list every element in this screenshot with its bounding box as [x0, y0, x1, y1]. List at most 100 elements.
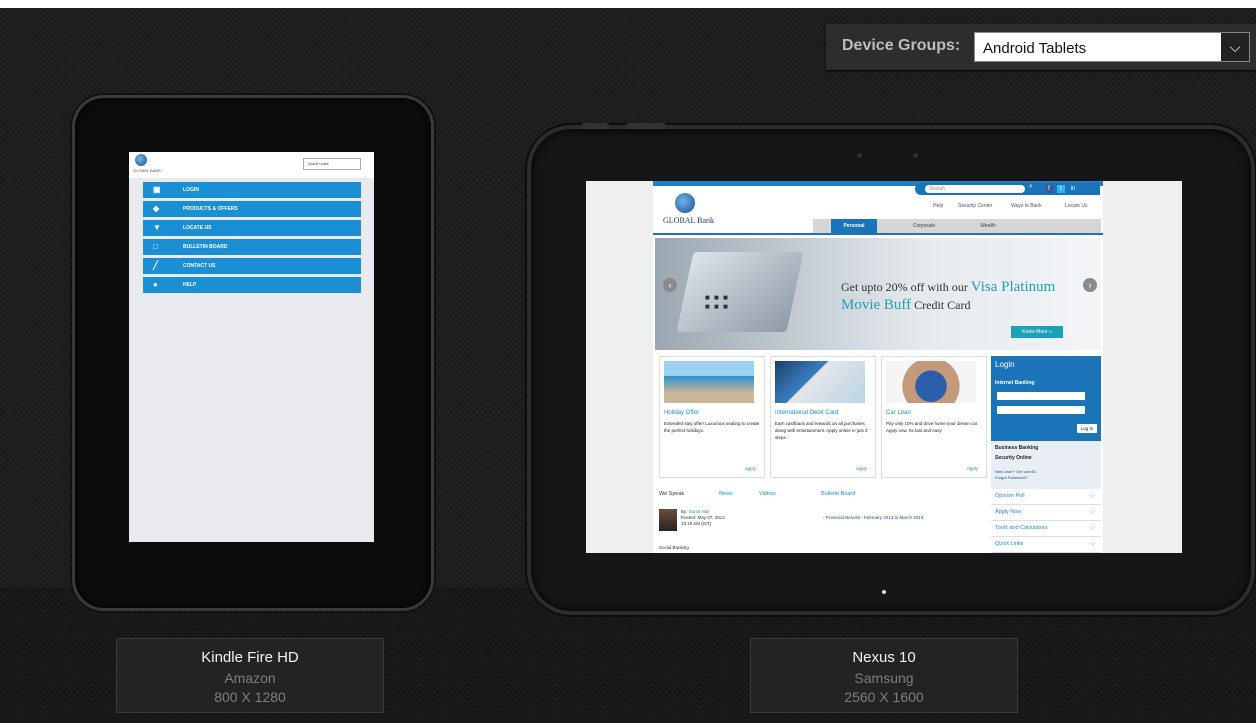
login-links: Business Banking Security Online New Use… — [991, 441, 1101, 489]
power-button — [581, 123, 609, 129]
card-title[interactable]: Holiday Offer — [664, 410, 699, 416]
tab-bulletin-board[interactable]: Bulletin Board — [821, 491, 855, 497]
user-id-input[interactable] — [997, 392, 1085, 400]
forgot-password-link[interactable]: Forgot Password? — [995, 475, 1027, 480]
caption-kindle[interactable]: Kindle Fire HD Amazon 800 X 1280 — [116, 638, 384, 713]
camera-icon — [913, 153, 918, 158]
search-bar: Search ⌕ f t in — [915, 183, 1100, 195]
device-groups-panel: Device Groups: Android Tablets ⌵ — [826, 24, 1256, 70]
offer-card: International Debit Card Earn cashback a… — [770, 356, 876, 478]
board-icon: □ — [153, 242, 158, 251]
help-icon: ● — [153, 280, 158, 289]
volume-button — [626, 123, 666, 129]
device-resolution: 2560 X 1600 — [844, 689, 924, 705]
tab-corporate[interactable]: Corporate — [899, 219, 949, 233]
kindle-quick-links-select[interactable]: Quick Links — [303, 158, 361, 170]
banner-text: Get upto 20% off with our Visa Platinum … — [841, 279, 1056, 313]
tab-news[interactable]: News — [719, 491, 733, 497]
nexus-device[interactable]: Search ⌕ f t in GLOBAL Bank Help Securit… — [527, 123, 1255, 615]
login-section: Internet Banking — [995, 380, 1035, 386]
apply-link[interactable]: Apply — [967, 466, 978, 471]
device-groups-label: Device Groups: — [842, 37, 961, 54]
tab-videos[interactable]: Videos — [759, 491, 776, 497]
post-footer: Social Banking — [659, 545, 689, 550]
bank-name: GLOBAL Bank — [663, 216, 715, 225]
side-accordion: Opinion Poll ⌵ Apply Now ⌵ Tools and Calcu… — [991, 489, 1101, 553]
sensor-icon — [857, 153, 862, 158]
device-groups-select[interactable]: Android Tablets ⌵ — [974, 32, 1250, 62]
caption-nexus[interactable]: Nexus 10 Samsung 2560 X 1600 — [750, 638, 1018, 713]
device-groups-value: Android Tablets — [983, 40, 1087, 57]
chevron-left-icon[interactable]: ‹ — [663, 278, 677, 292]
search-icon[interactable]: ⌕ — [1029, 183, 1033, 191]
map-pin-icon: ▼ — [153, 223, 161, 232]
post-meta: By: Sumit Nair Posted: May 07, 2013 10:1… — [681, 509, 725, 526]
chevron-down-icon[interactable]: ⌵ — [1221, 33, 1249, 61]
card-title[interactable]: International Debit Card — [775, 410, 838, 416]
util-link-security[interactable]: Security Center — [958, 203, 992, 209]
side-item-opinion-poll[interactable]: Opinion Poll ⌵ — [991, 489, 1101, 505]
tab-personal[interactable]: Personal — [831, 219, 877, 233]
kindle-menu-locate[interactable]: ▼ LOCATE US — [143, 220, 361, 236]
offer-card: Holiday Offer Extended stay offer! Luxur… — [659, 356, 765, 478]
side-item-apply-now[interactable]: Apply Now ⌵ — [991, 505, 1101, 521]
linkedin-icon[interactable]: in — [1069, 185, 1077, 193]
util-link-locate[interactable]: Locate Us — [1065, 203, 1088, 209]
tag-icon: ◆ — [153, 204, 160, 213]
lock-icon: ▣ — [153, 185, 161, 194]
tablet-image — [676, 252, 804, 332]
card-title[interactable]: Car Loan — [886, 410, 911, 416]
bank-webpage: Search ⌕ f t in GLOBAL Bank Help Securit… — [653, 181, 1103, 553]
card-text: Extended stay offer! Luxurious seating t… — [664, 421, 760, 433]
chevron-down-icon: ⌵ — [1090, 493, 1095, 499]
device-resolution: 800 X 1280 — [214, 689, 286, 705]
kindle-menu-products[interactable]: ◆ PRODUCTS & OFFERS — [143, 201, 361, 217]
chevron-down-icon: ⌵ — [1090, 509, 1095, 515]
card-text: Pay only 10% and drive home your dream c… — [886, 421, 979, 433]
kindle-menu-help[interactable]: ● HELP — [143, 277, 361, 293]
device-name: Kindle Fire HD — [201, 649, 299, 666]
apply-link[interactable]: Apply — [856, 466, 867, 471]
search-input[interactable]: Search — [925, 185, 1025, 193]
twitter-icon[interactable]: t — [1057, 185, 1065, 193]
kindle-device[interactable]: GLOBAL BANK Quick Links ▣ LOGIN ◆ PRODUCTS… — [72, 95, 434, 611]
author-link[interactable]: Sumit Nair — [689, 509, 710, 514]
tab-bar: Personal Corporate Wealth — [813, 219, 1101, 233]
globe-logo-icon — [675, 193, 695, 213]
business-banking-link[interactable]: Business Banking — [995, 445, 1038, 451]
bulletin-item[interactable]: › Financial Results - February 2013 to M… — [823, 515, 923, 520]
tablet-screen-image: ■ ■ ■ ■ ■ ■ — [705, 293, 729, 311]
facebook-icon[interactable]: f — [1045, 185, 1053, 193]
util-link-ways[interactable]: Ways to Bank — [1011, 203, 1042, 209]
kindle-menu-login[interactable]: ▣ LOGIN — [143, 182, 361, 198]
tab-wealth[interactable]: Wealth — [963, 219, 1013, 233]
kindle-menu-bulletin[interactable]: □ BULLETIN BOARD — [143, 239, 361, 255]
login-button[interactable]: Log In — [1077, 424, 1097, 433]
kindle-header: GLOBAL BANK Quick Links — [129, 152, 374, 178]
new-user-link[interactable]: New User? Get UserID — [995, 469, 1036, 474]
offer-card: Car Loan Pay only 10% and drive home you… — [881, 356, 987, 478]
side-item-quick-links[interactable]: Quick Links ⌵ — [991, 537, 1101, 553]
chevron-down-icon: ⌵ — [1090, 541, 1095, 547]
security-online-link[interactable]: Security Online — [995, 455, 1032, 461]
promo-banner: ■ ■ ■ ■ ■ ■ ‹ › Get upto 20% off with our… — [655, 238, 1101, 350]
tab-we-speak[interactable]: We Speak — [659, 491, 684, 497]
password-input[interactable] — [997, 406, 1085, 414]
know-more-button[interactable]: Know More » — [1011, 326, 1063, 338]
offer-cards: Holiday Offer Extended stay offer! Luxur… — [659, 356, 989, 478]
device-maker: Samsung — [854, 670, 914, 686]
util-link-help[interactable]: Help — [933, 203, 943, 209]
kindle-bank-name: GLOBAL BANK — [133, 168, 161, 173]
nexus-screen: Search ⌕ f t in GLOBAL Bank Help Securit… — [586, 181, 1182, 553]
chevron-down-icon: ⌵ — [1090, 525, 1095, 531]
side-item-tools[interactable]: Tools and Calculators ⌵ — [991, 521, 1101, 537]
divider — [653, 233, 1103, 235]
device-name: Nexus 10 — [852, 649, 916, 666]
kindle-menu-contact[interactable]: ╱ CONTACT US — [143, 258, 361, 274]
kindle-screen: GLOBAL BANK Quick Links ▣ LOGIN ◆ PRODUCTS… — [129, 152, 374, 542]
car-image — [886, 361, 976, 403]
globe-logo-icon — [135, 154, 147, 166]
apply-link[interactable]: Apply — [745, 466, 756, 471]
device-maker: Amazon — [224, 670, 276, 686]
content-tabs: We Speak News Videos Bulletin Board — [659, 491, 989, 505]
